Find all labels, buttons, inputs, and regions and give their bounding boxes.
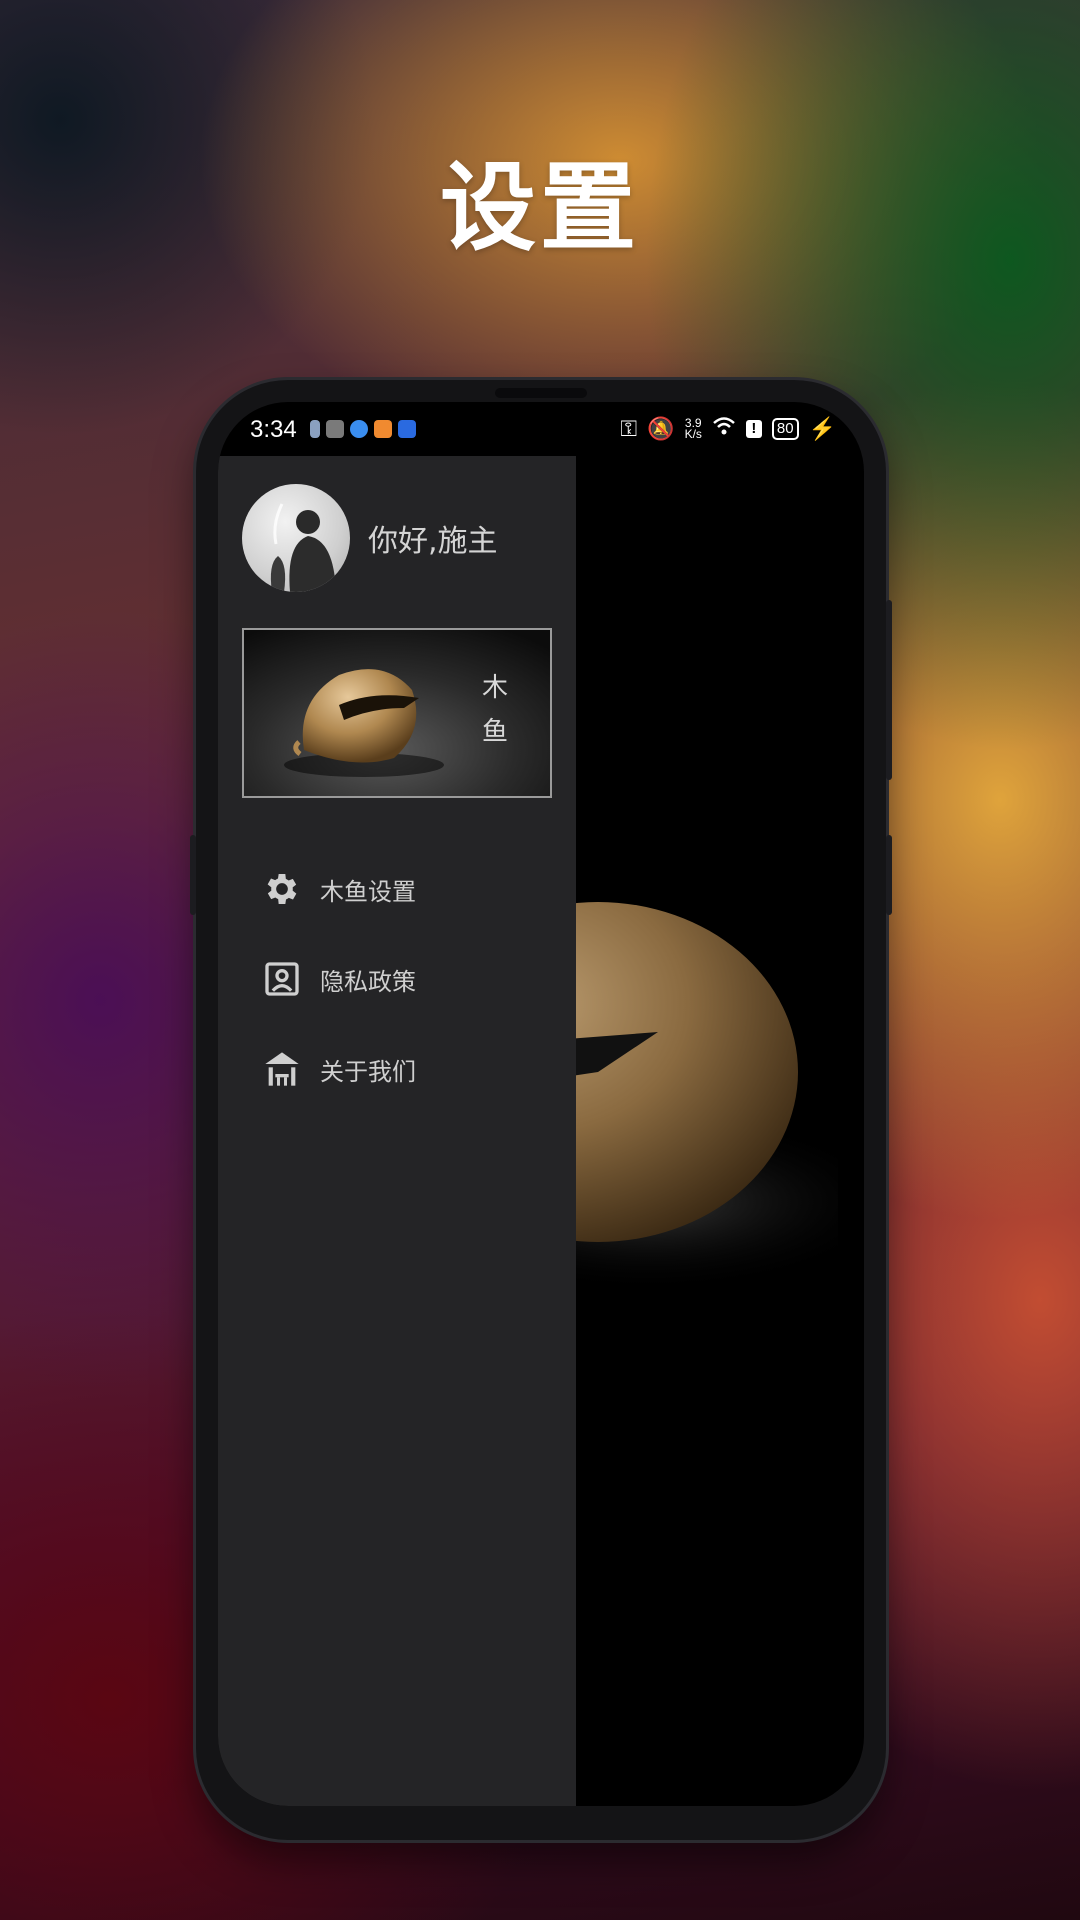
shield-app-icon	[398, 420, 416, 438]
menu-item-about-us[interactable]: 关于我们	[262, 1024, 416, 1114]
phone-screen: 3:34 ⚿ 🔕 3.9 K/s ! 80 ⚡ 你好,施主 木鱼 木鱼设置 隐私…	[218, 402, 864, 1806]
status-bar: 3:34 ⚿ 🔕 3.9 K/s ! 80 ⚡	[218, 402, 864, 456]
monk-figure-icon	[270, 503, 336, 592]
menu-item-label: 隐私政策	[320, 967, 416, 996]
drawer-menu: 木鱼设置 隐私政策 关于我们	[262, 844, 416, 1114]
portrait-icon	[265, 962, 299, 996]
pavilion-icon	[265, 1052, 299, 1086]
network-speed-unit: K/s	[684, 427, 702, 441]
vpn-key-icon: ⚿	[620, 416, 638, 441]
banner-seal-text: 木鱼	[481, 673, 508, 747]
status-right-icons: ⚿ 🔕 3.9 K/s ! 80 ⚡	[620, 416, 836, 442]
network-speed: 3.9 K/s	[684, 417, 702, 441]
mute-icon: 🔕	[647, 416, 675, 441]
calendar-icon	[326, 420, 344, 438]
video-app-icon	[374, 420, 392, 438]
speaker-notch	[495, 388, 587, 398]
alert-icon: !	[745, 420, 762, 438]
wifi-icon	[712, 416, 736, 442]
gear-icon	[267, 874, 297, 904]
greeting-text: 你好,施主	[368, 524, 498, 559]
navigation-drawer: 你好,施主 木鱼 木鱼设置 隐私政策 关于我们	[218, 456, 576, 1806]
side-button	[886, 835, 892, 915]
promo-screen: 设置 3:34 ⚿ 🔕 3.9 K/s ! 80 ⚡ 你好,施主 木鱼 木鱼设置…	[0, 0, 1080, 1920]
browser-icon	[350, 420, 368, 438]
charging-icon: ⚡	[808, 416, 836, 441]
menu-item-label: 关于我们	[320, 1057, 416, 1086]
avatar[interactable]	[242, 484, 350, 592]
menu-item-wooden-fish-settings[interactable]: 木鱼设置	[262, 844, 416, 934]
volume-button	[190, 835, 196, 915]
battery-saver-icon	[310, 420, 320, 438]
status-time: 3:34	[250, 416, 297, 443]
power-button	[886, 600, 892, 780]
page-title: 设置	[440, 152, 640, 264]
notification-icons	[310, 420, 416, 438]
menu-item-privacy-policy[interactable]: 隐私政策	[262, 934, 416, 1024]
battery-indicator: 80	[771, 418, 799, 440]
menu-item-label: 木鱼设置	[320, 877, 416, 906]
wooden-fish-banner[interactable]: 木鱼	[242, 628, 552, 798]
